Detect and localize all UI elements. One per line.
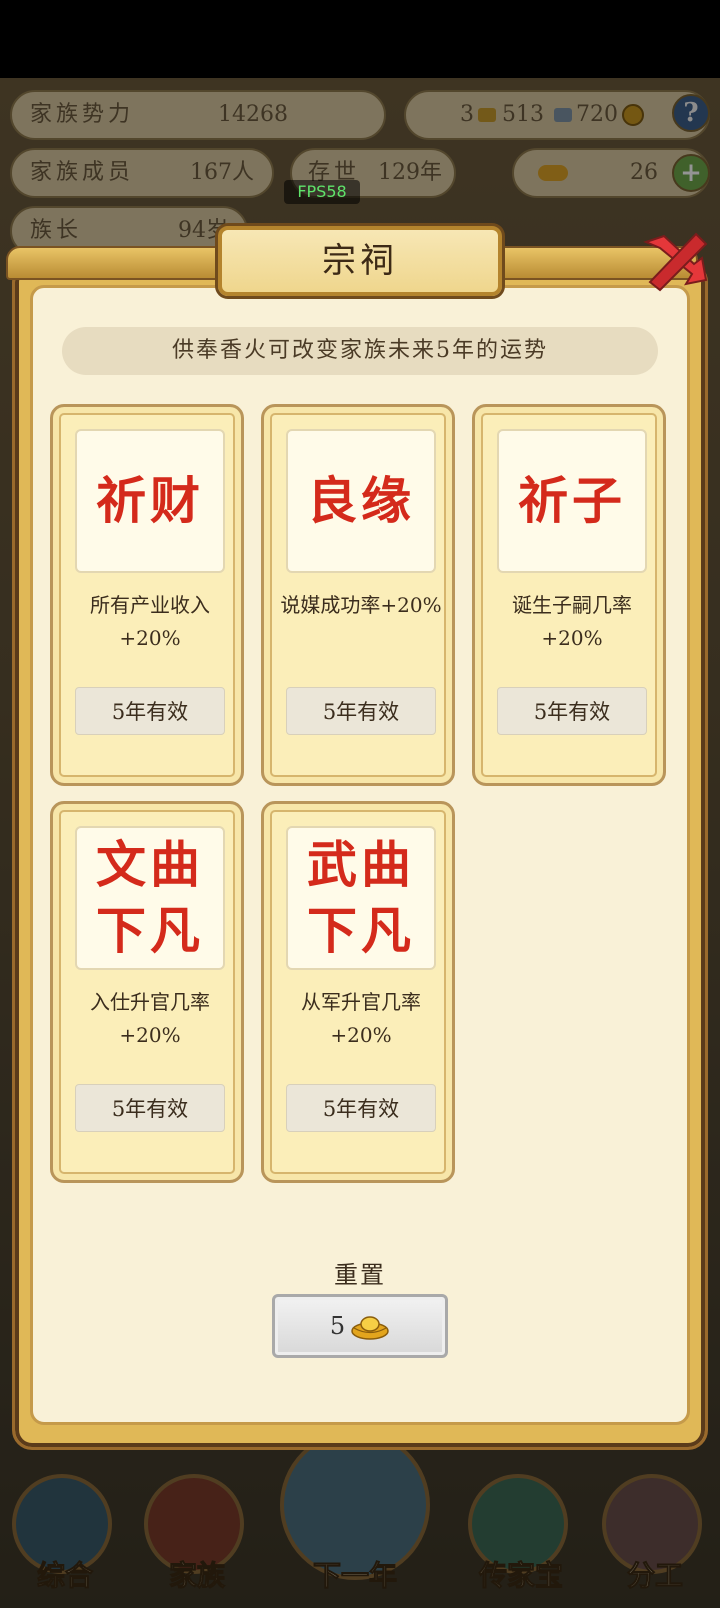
blessing-card-martial-star[interactable]: 武曲下凡 从军升官几率+20% 5年有效 bbox=[261, 801, 455, 1183]
card-title-tile: 武曲下凡 bbox=[286, 826, 436, 970]
card-description: 从军升官几率+20% bbox=[301, 990, 421, 1047]
modal-subtitle: 供奉香火可改变家族未来5年的运势 bbox=[62, 327, 658, 375]
card-title: 良缘 bbox=[307, 471, 415, 530]
card-description: 说媒成功率+20% bbox=[280, 593, 442, 617]
card-title: 祈财 bbox=[96, 471, 204, 530]
card-duration: 5年有效 bbox=[497, 687, 647, 735]
card-title-tile: 祈财 bbox=[75, 429, 225, 573]
card-title-tile: 良缘 bbox=[286, 429, 436, 573]
card-title-tile: 文曲下凡 bbox=[75, 826, 225, 970]
blessing-card-civil-star[interactable]: 文曲下凡 入仕升官几率+20% 5年有效 bbox=[50, 801, 244, 1183]
card-title-tile: 祈子 bbox=[497, 429, 647, 573]
reset-cost: 5 bbox=[329, 1312, 346, 1340]
blessing-card-marriage[interactable]: 良缘 说媒成功率+20% 5年有效 bbox=[261, 404, 455, 786]
card-title: 祈子 bbox=[518, 471, 626, 530]
card-description: 诞生子嗣几率+20% bbox=[512, 593, 632, 650]
card-title: 文曲下凡 bbox=[96, 835, 204, 960]
blessing-card-offspring[interactable]: 祈子 诞生子嗣几率+20% 5年有效 bbox=[472, 404, 666, 786]
gold-ingot-icon bbox=[351, 1316, 389, 1340]
reset-label: 重置 bbox=[334, 1261, 386, 1289]
close-icon bbox=[643, 232, 708, 292]
close-button[interactable] bbox=[636, 224, 712, 300]
card-duration: 5年有效 bbox=[75, 687, 225, 735]
card-duration: 5年有效 bbox=[286, 687, 436, 735]
modal-title: 宗祠 bbox=[322, 241, 398, 281]
fps-counter: FPS58 bbox=[284, 180, 360, 204]
reset-button[interactable]: 5 bbox=[272, 1294, 448, 1358]
card-description: 所有产业收入+20% bbox=[90, 593, 210, 650]
modal-title-plaque: 宗祠 bbox=[218, 226, 502, 296]
blessing-card-wealth[interactable]: 祈财 所有产业收入+20% 5年有效 bbox=[50, 404, 244, 786]
title-wing-left bbox=[6, 246, 228, 280]
card-title: 武曲下凡 bbox=[307, 835, 415, 960]
card-duration: 5年有效 bbox=[286, 1084, 436, 1132]
card-duration: 5年有效 bbox=[75, 1084, 225, 1132]
card-description: 入仕升官几率+20% bbox=[90, 990, 210, 1047]
